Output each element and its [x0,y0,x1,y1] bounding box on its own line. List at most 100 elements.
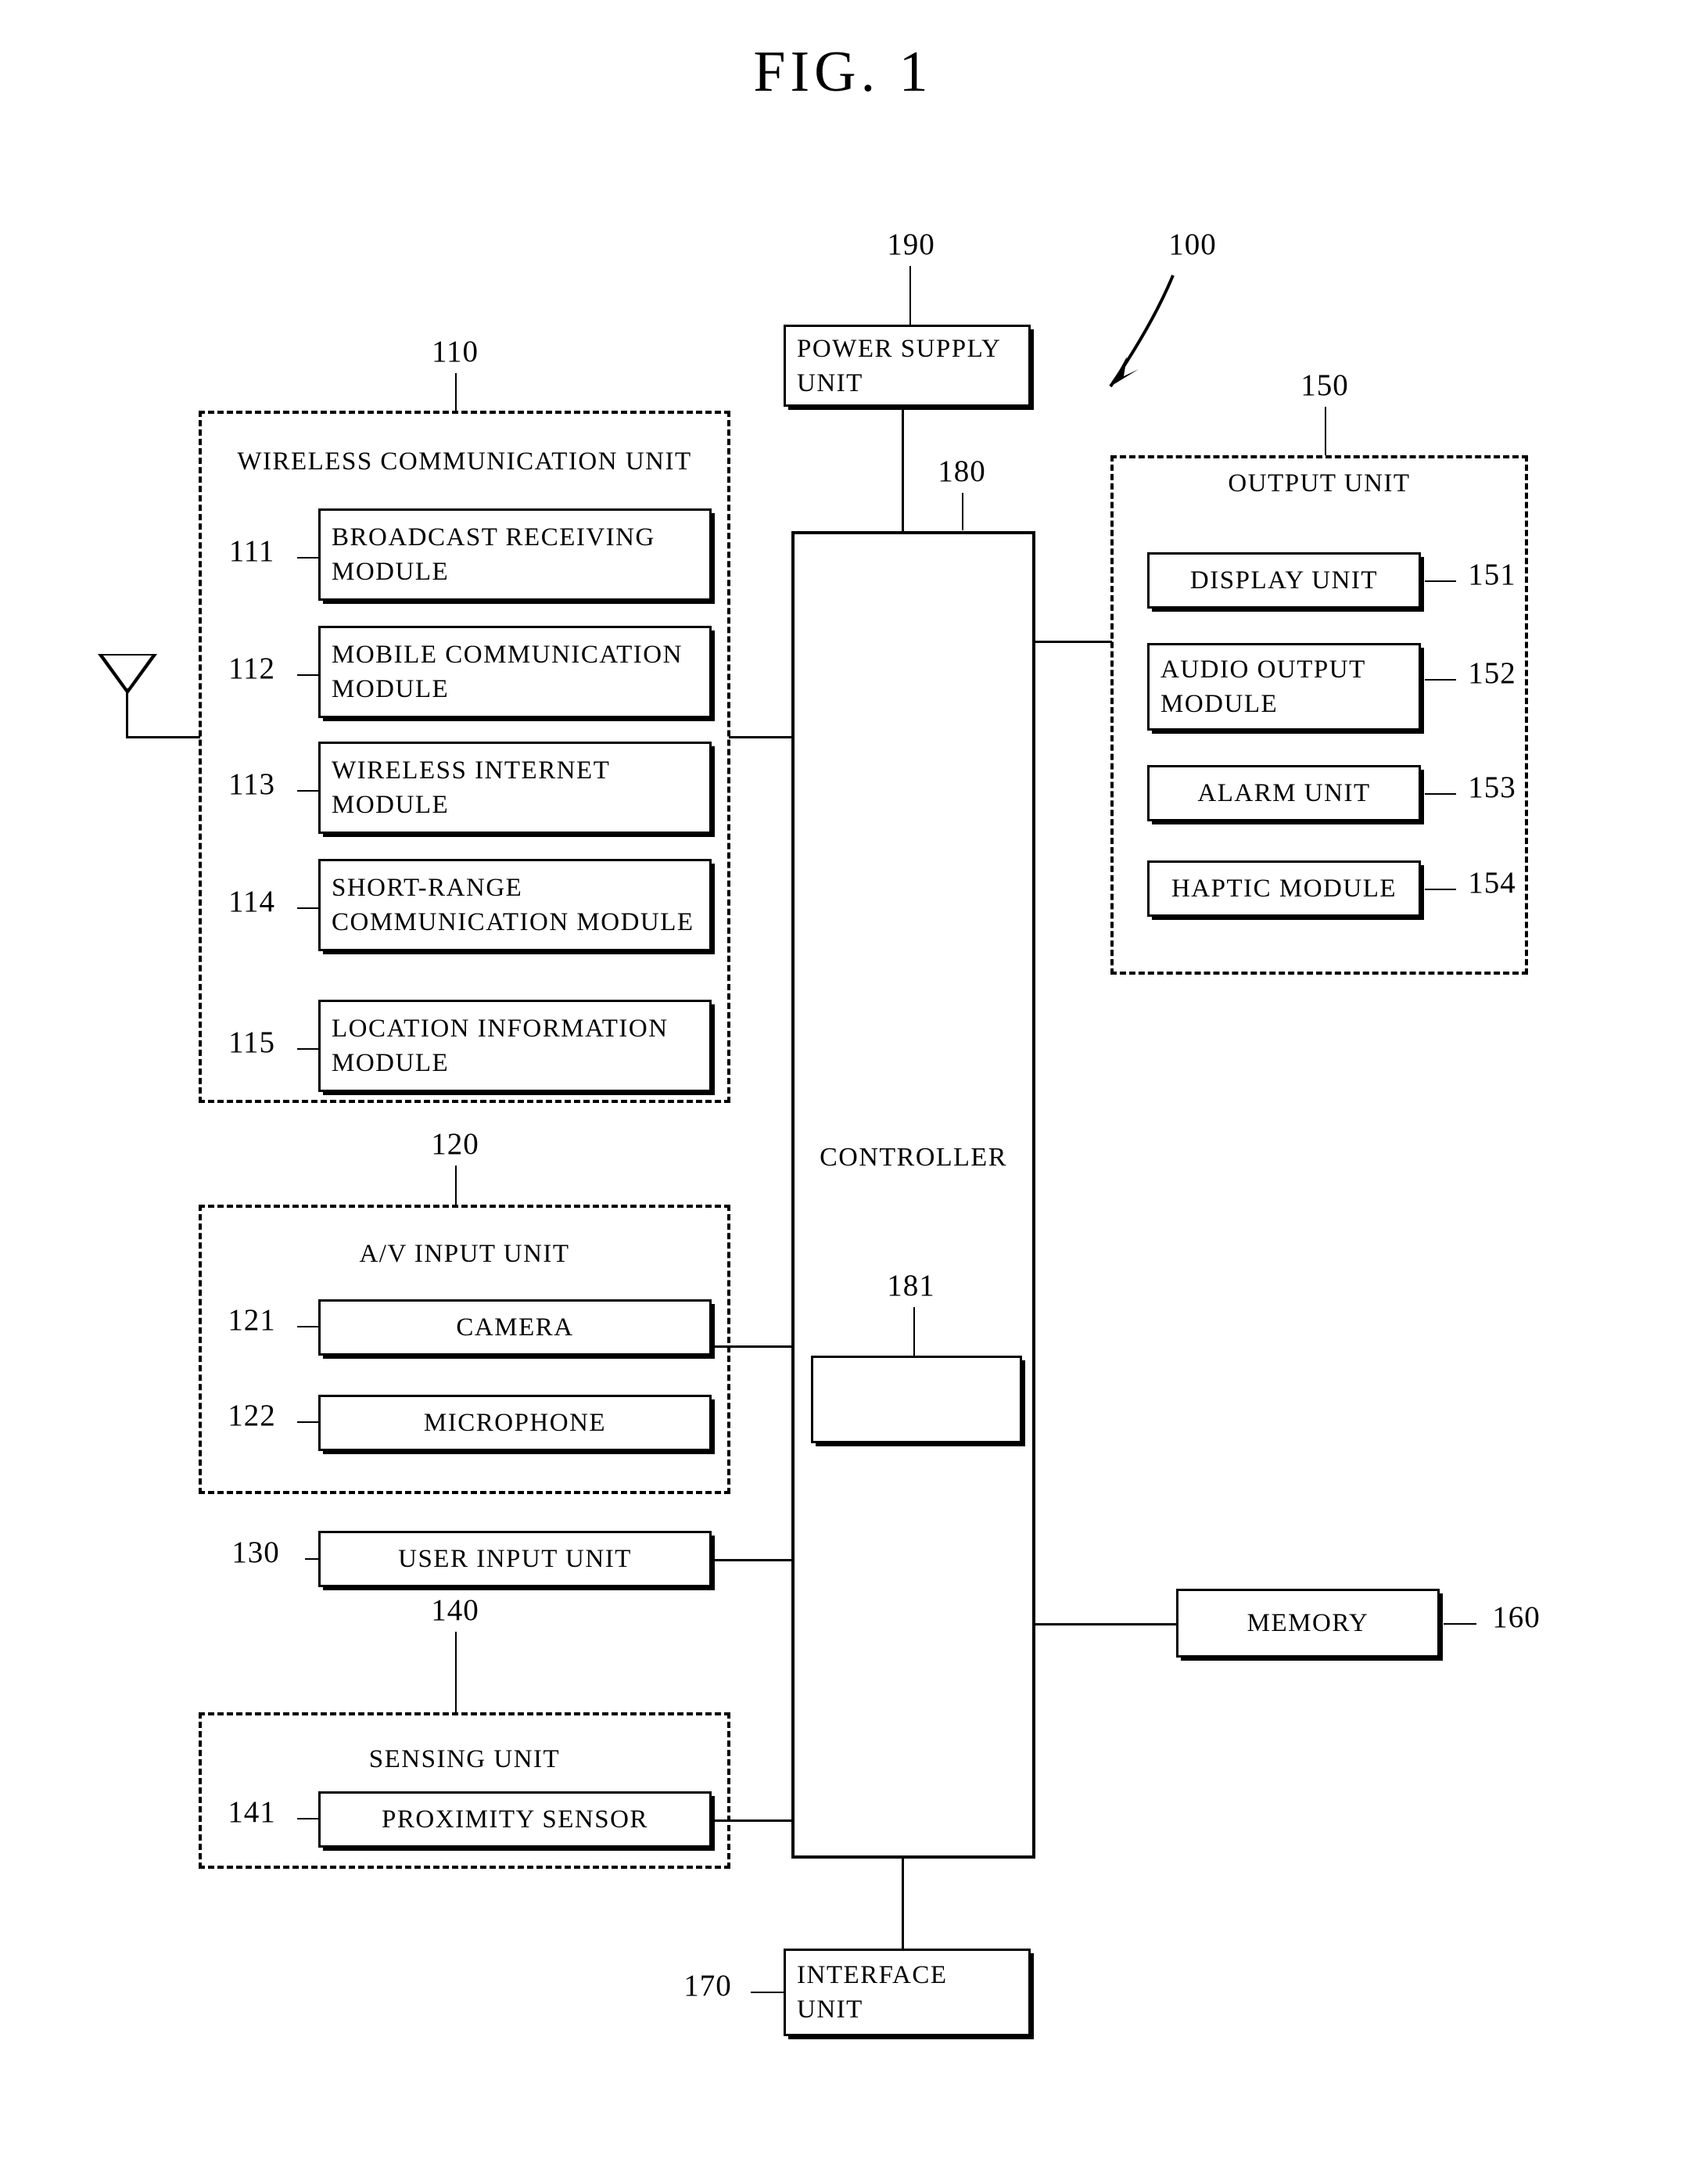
module-115-line1: LOCATION INFORMATION [332,1015,669,1043]
interface-unit-box[interactable]: INTERFACE UNIT [784,1949,1031,2036]
leader-141 [297,1818,318,1819]
multimedia-module-box[interactable] [811,1356,1022,1443]
connector-controller-to-output [1034,641,1112,643]
connector-controller-to-interface [902,1859,904,1949]
numeral-160: 160 [1492,1600,1541,1634]
module-114-line1: SHORT-RANGE [332,874,523,902]
av-input-unit-title: A/V INPUT UNIT [359,1240,570,1268]
short-range-communication-module-box[interactable]: SHORT-RANGE COMMUNICATION MODULE [318,859,712,951]
connector-sensing-to-controller [712,1819,793,1822]
memory-box[interactable]: MEMORY [1176,1589,1440,1658]
interface-unit-line1: INTERFACE [797,1961,948,1989]
numeral-154: 154 [1468,866,1516,900]
leader-130 [305,1558,318,1560]
antenna-icon-inner [103,656,152,689]
display-unit-box[interactable]: DISPLAY UNIT [1147,552,1421,609]
display-unit-label: DISPLAY UNIT [1189,566,1379,594]
haptic-module-box[interactable]: HAPTIC MODULE [1147,860,1421,917]
leader-115 [297,1048,318,1050]
power-supply-line1: POWER SUPPLY [797,334,1002,363]
module-114-line2: COMMUNICATION MODULE [332,908,694,936]
antenna-to-wireless-unit [126,736,200,738]
leader-110 [455,373,457,411]
output-unit-title: OUTPUT UNIT [1228,469,1411,498]
leader-152 [1425,679,1456,681]
numeral-130: 130 [231,1536,280,1569]
numeral-151: 151 [1468,558,1516,591]
microphone-box[interactable]: MICROPHONE [318,1395,712,1451]
module-112-line1: MOBILE COMMUNICATION [332,641,683,669]
numeral-153: 153 [1468,771,1516,804]
connector-power-to-controller [902,407,904,532]
broadcast-receiving-module-box[interactable]: BROADCAST RECEIVING MODULE [318,508,712,601]
patent-figure-sheet: FIG. 1 100 190 POWER SUPPLY UNIT 180 CON… [0,0,1686,2184]
leader-190 [909,266,911,327]
connector-controller-to-memory [1034,1623,1176,1625]
leader-160 [1444,1623,1476,1625]
numeral-114: 114 [228,885,276,918]
numeral-190: 190 [887,228,935,261]
figure-title: FIG. 1 [753,40,933,104]
numeral-170: 170 [683,1969,732,2003]
numeral-122: 122 [228,1399,276,1432]
leader-170 [751,1992,785,1993]
numeral-120: 120 [431,1127,479,1161]
connector-av-to-controller [712,1345,793,1348]
leader-140 [455,1632,457,1712]
numeral-121: 121 [228,1303,276,1337]
alarm-unit-box[interactable]: ALARM UNIT [1147,765,1421,821]
numeral-115: 115 [228,1026,276,1059]
user-input-unit-box[interactable]: USER INPUT UNIT [318,1531,712,1587]
numeral-152: 152 [1468,656,1516,690]
power-supply-unit-box[interactable]: POWER SUPPLY UNIT [784,325,1031,407]
controller-box[interactable]: CONTROLLER [791,531,1035,1859]
proximity-sensor-box[interactable]: PROXIMITY SENSOR [318,1791,712,1848]
power-supply-line2: UNIT [797,368,863,397]
numeral-110: 110 [431,335,479,368]
controller-label: CONTROLLER [820,1143,1007,1172]
location-information-module-box[interactable]: LOCATION INFORMATION MODULE [318,1000,712,1092]
leader-112 [297,674,318,676]
numeral-100: 100 [1168,228,1217,261]
module-111-line2: MODULE [332,558,450,586]
sensing-unit-title: SENSING UNIT [368,1745,561,1773]
haptic-module-label: HAPTIC MODULE [1171,875,1397,903]
alarm-unit-label: ALARM UNIT [1197,779,1371,807]
module-113-line2: MODULE [332,791,450,819]
module-113-line1: WIRELESS INTERNET [332,756,611,785]
microphone-label: MICROPHONE [423,1409,607,1437]
interface-unit-line2: UNIT [797,1995,863,2024]
leader-114 [297,907,318,909]
wireless-communication-unit-title: WIRELESS COMMUNICATION UNIT [237,447,692,476]
leader-150 [1325,407,1326,455]
numeral-150: 150 [1300,368,1349,402]
numeral-140: 140 [431,1593,479,1627]
module-111-line1: BROADCAST RECEIVING [332,523,655,551]
numeral-111: 111 [228,534,275,568]
numeral-180: 180 [938,454,986,488]
leader-180 [962,493,963,530]
numeral-113: 113 [228,767,276,801]
wireless-internet-module-box[interactable]: WIRELESS INTERNET MODULE [318,742,712,834]
memory-label: MEMORY [1247,1609,1369,1637]
numeral-181: 181 [887,1269,935,1302]
audio-output-module-box[interactable]: AUDIO OUTPUT MODULE [1147,643,1421,731]
audio-output-line1: AUDIO OUTPUT [1160,656,1366,684]
leader-154 [1425,889,1456,890]
module-115-line2: MODULE [332,1049,450,1077]
proximity-sensor-label: PROXIMITY SENSOR [382,1805,648,1834]
leader-120 [455,1166,457,1205]
numeral-141: 141 [228,1795,276,1829]
audio-output-line2: MODULE [1160,690,1279,718]
mobile-communication-module-box[interactable]: MOBILE COMMUNICATION MODULE [318,626,712,718]
numeral-112: 112 [228,652,276,685]
leader-153 [1425,793,1456,795]
connector-userinput-to-controller [712,1559,793,1561]
camera-label: CAMERA [456,1313,574,1342]
leader-111 [297,557,318,559]
leader-122 [297,1421,318,1423]
antenna-stem [126,688,128,738]
module-112-line2: MODULE [332,675,450,703]
camera-box[interactable]: CAMERA [318,1299,712,1356]
connector-wireless-to-controller [729,736,793,738]
